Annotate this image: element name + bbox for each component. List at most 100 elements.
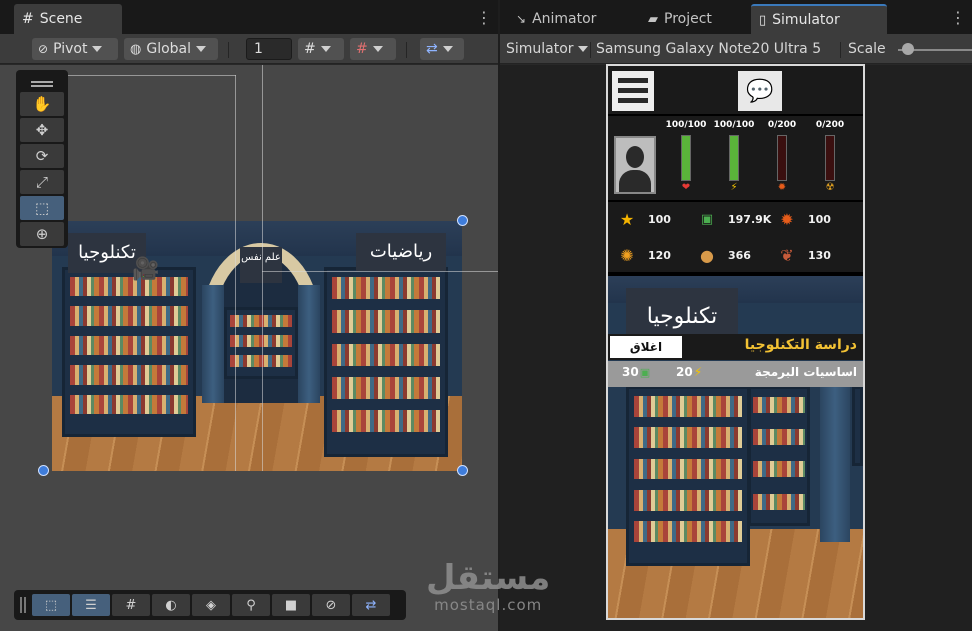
- camera-button[interactable]: ■: [272, 594, 310, 616]
- rect-handle-bottom-left[interactable]: [38, 465, 49, 476]
- toolbar-divider: [590, 42, 591, 58]
- gizmo-line: [235, 75, 236, 471]
- money-cost: 30 ▣: [622, 365, 650, 379]
- stat-meter: 100/100 ❤: [664, 120, 708, 193]
- resource-cash-value: 197.9K: [728, 212, 772, 226]
- grid-icon: #: [22, 11, 34, 27]
- gizmos-button[interactable]: ⊘: [312, 594, 350, 616]
- mostaql-watermark: مستقل mostaql.com: [426, 560, 550, 614]
- resource-bulb-value: 120: [648, 248, 671, 262]
- tab-scene-label: Scene: [39, 11, 83, 27]
- chevron-down-icon: [577, 46, 588, 52]
- transform-tool-button[interactable]: ⊕: [20, 222, 64, 246]
- layers-button[interactable]: ◈: [192, 594, 230, 616]
- sign-mathematics[interactable]: رياضيات: [356, 233, 446, 271]
- sliders-button[interactable]: ☰: [72, 594, 110, 616]
- sign-psychology[interactable]: علم نفس: [240, 247, 282, 283]
- resource-flame-value: 100: [808, 212, 831, 226]
- resource-bread-value: 366: [728, 248, 751, 262]
- move-tool-button[interactable]: ✥: [20, 118, 64, 142]
- stat-meter-label: 100/100: [713, 120, 755, 130]
- search-icon: ⚲: [246, 597, 256, 613]
- compass-icon: ⊘: [325, 597, 337, 613]
- lightning-icon: ⚡: [693, 365, 703, 379]
- shuffle-button[interactable]: ⇄: [352, 594, 390, 616]
- stat-meter-bar: [681, 135, 691, 181]
- tab-scene[interactable]: # Scene: [14, 4, 122, 34]
- tab-project[interactable]: ▰ Project: [640, 4, 720, 34]
- resource-bulb: ✺ 120: [616, 244, 671, 266]
- toolbar-divider: [840, 42, 841, 58]
- course-name: اساسيات البرمجة: [754, 365, 857, 379]
- hazard-icon: ☢: [825, 182, 835, 193]
- game-library-scene[interactable]: تكنلوجيا: [608, 276, 863, 618]
- gizmo-line: [262, 65, 263, 471]
- sign-technology[interactable]: تكنلوجيا: [626, 288, 738, 334]
- simulator-panel: ↘ Animator ▰ Project ▯ Simulator ⋮ Simul…: [500, 0, 972, 631]
- scene-viewport[interactable]: تكنلوجيا علم نفس رياضيات 🎥: [0, 65, 498, 631]
- bread-icon: ●: [700, 245, 714, 265]
- shuffle-dropdown[interactable]: ⇄: [420, 38, 464, 60]
- chat-icon: 💬: [746, 78, 774, 104]
- move-icon: ✥: [35, 121, 49, 139]
- stat-meter: 100/100 ⚡: [712, 120, 756, 193]
- stat-meter-label: 0/200: [815, 120, 845, 130]
- cash-icon: ▣: [639, 365, 651, 379]
- overlay-grip[interactable]: [20, 74, 64, 90]
- tab-simulator-label: Simulator: [772, 12, 840, 28]
- chevron-down-icon: [372, 46, 383, 52]
- stat-meter-bar: [825, 135, 835, 181]
- stat-meter: 0/200 ☢: [808, 120, 852, 193]
- tab-project-label: Project: [664, 11, 712, 27]
- rotate-tool-button[interactable]: ⟳: [20, 144, 64, 168]
- grid-toggle-button[interactable]: #: [112, 594, 150, 616]
- close-button[interactable]: اغلاق: [610, 336, 682, 358]
- pivot-label: Pivot: [53, 41, 88, 57]
- device-screen[interactable]: 💬 100/100 ❤ 100/100 ⚡ 0/200 ✹ 0/200 ☢ ★ 100 ▣ 1…: [606, 64, 865, 620]
- star-icon: ★: [619, 209, 635, 229]
- search-button[interactable]: ⚲: [232, 594, 270, 616]
- library-sprite[interactable]: تكنلوجيا علم نفس رياضيات 🎥: [52, 221, 462, 471]
- shading-button[interactable]: ◐: [152, 594, 190, 616]
- globe-icon: ◍: [130, 41, 142, 57]
- device-dropdown[interactable]: Samsung Galaxy Note20 Ultra 5: [596, 41, 836, 57]
- hand-icon: ✋: [32, 95, 52, 113]
- hand-tool-button[interactable]: ✋: [20, 92, 64, 116]
- rect-handle-top-right[interactable]: [457, 215, 468, 226]
- watermark-arabic: مستقل: [426, 558, 551, 598]
- increment-snap-dropdown[interactable]: #: [350, 38, 396, 60]
- stat-meter-fill: [730, 136, 738, 180]
- course-option[interactable]: 30 ▣ 20 ⚡ اساسيات البرمجة: [608, 361, 863, 387]
- rect-tool-button[interactable]: ⬚: [20, 196, 64, 220]
- player-avatar[interactable]: [614, 136, 656, 194]
- library-left-shelf: [626, 386, 750, 566]
- overlay-grip[interactable]: [20, 597, 22, 613]
- library-pillar: [298, 285, 320, 403]
- library-far-shelf: [852, 386, 863, 466]
- grid-snap-dropdown[interactable]: #: [298, 38, 344, 60]
- tab-animator[interactable]: ↘ Animator: [508, 4, 604, 34]
- shuffle-icon: ⇄: [426, 41, 438, 57]
- scene-tabbar: # Scene ⋮: [0, 0, 498, 34]
- rect-view-button[interactable]: ⬚: [32, 594, 70, 616]
- rect-handle-bottom-right[interactable]: [457, 465, 468, 476]
- heart-icon: ❤: [681, 182, 691, 193]
- scale-slider-knob[interactable]: [901, 43, 914, 55]
- energy-cost: 20 ⚡: [676, 365, 702, 379]
- global-dropdown[interactable]: ◍ Global: [124, 38, 218, 60]
- simulator-toolbar: Simulator Samsung Galaxy Note20 Ultra 5 …: [500, 34, 972, 64]
- chat-button[interactable]: 💬: [738, 71, 782, 111]
- pivot-dropdown[interactable]: ⊘ Pivot: [32, 38, 118, 60]
- simulator-dropdown[interactable]: Simulator: [506, 41, 588, 57]
- resource-flame: ✹ 100: [776, 208, 831, 230]
- grid-size-input[interactable]: 1: [246, 38, 292, 60]
- scene-menu-button[interactable]: ⋮: [476, 9, 492, 27]
- camera-icon: ■: [284, 597, 298, 613]
- tab-simulator[interactable]: ▯ Simulator: [751, 4, 887, 34]
- camera-gizmo-icon[interactable]: 🎥: [132, 257, 159, 282]
- menu-button[interactable]: [612, 71, 654, 111]
- stat-meter-label: 0/200: [767, 120, 797, 130]
- stat-meter: 0/200 ✹: [760, 120, 804, 193]
- scale-tool-button[interactable]: ⤢: [20, 170, 64, 194]
- simulator-menu-button[interactable]: ⋮: [950, 9, 966, 27]
